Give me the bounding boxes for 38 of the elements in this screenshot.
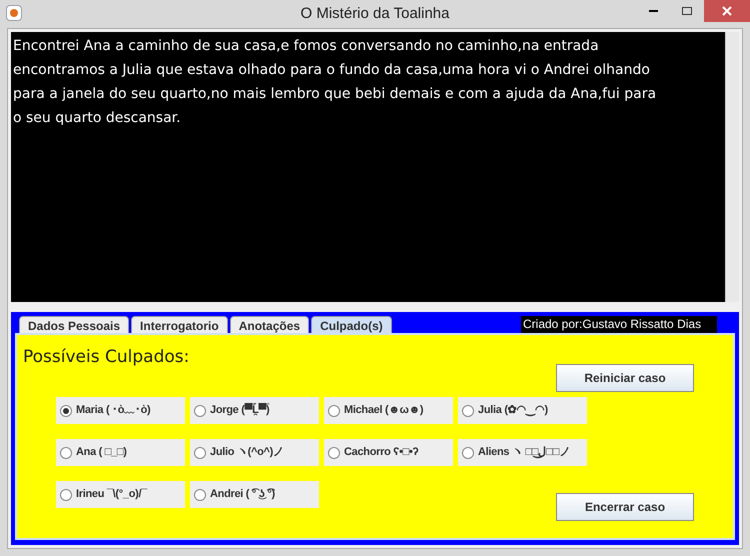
- radio-icon[interactable]: [194, 488, 206, 500]
- radio-icon[interactable]: [328, 404, 340, 416]
- suspect-radio[interactable]: Ana ( □_□): [56, 439, 185, 466]
- suspect-radio[interactable]: Andrei ( ͡° ͜ʖ ͡°): [190, 481, 319, 508]
- window-title: O Mistério da Toalinha: [300, 4, 450, 24]
- tab[interactable]: Interrogatorio: [131, 316, 228, 333]
- end-button[interactable]: Encerrar caso: [556, 493, 694, 521]
- story-text: para a janela do seu quarto,no mais lembro que bebi demais e com a ajuda da Ana,fui para: [13, 85, 656, 104]
- suspect-radio[interactable]: Irineu ¯\(°_o)/¯: [56, 481, 185, 508]
- close-icon: [722, 6, 732, 16]
- radio-icon[interactable]: [328, 446, 340, 458]
- scrollbar[interactable]: [725, 32, 739, 302]
- radio-icon[interactable]: [462, 404, 474, 416]
- credit-label: Criado por:Gustavo Rissatto Dias: [521, 316, 717, 333]
- suspect-radio[interactable]: Julia (✿◠‿◠): [458, 397, 587, 424]
- suspect-radio[interactable]: Julio ヽ(^o^)ノ: [190, 439, 319, 466]
- radio-icon[interactable]: [194, 446, 206, 458]
- suspect-radio[interactable]: Maria ( ･ὸ﹏･ὸ): [56, 397, 185, 424]
- story-text-area[interactable]: [11, 32, 725, 302]
- radio-icon[interactable]: [462, 446, 474, 458]
- radio-icon[interactable]: [60, 404, 72, 416]
- suspect-radio[interactable]: Cachorro ʕ•□•ʔ: [324, 439, 453, 466]
- suspect-radio[interactable]: Michael (☻ω☻): [324, 397, 453, 424]
- tab[interactable]: Culpado(s): [311, 316, 392, 333]
- app-icon: [6, 5, 22, 21]
- close-button[interactable]: [704, 0, 750, 22]
- tab[interactable]: Anotações: [230, 316, 310, 333]
- radio-icon[interactable]: [60, 488, 72, 500]
- tab[interactable]: Dados Pessoais: [19, 316, 130, 333]
- story-text: Encontrei Ana a caminho de sua casa,e fomos conversando no caminho,na entrada: [13, 37, 599, 56]
- radio-icon[interactable]: [194, 404, 206, 416]
- story-text: o seu quarto descansar.: [13, 109, 181, 128]
- suspect-radio[interactable]: Jorge (▀̿Ĺ̯▀̿): [190, 397, 319, 424]
- story-text: encontramos a Julia que estava olhado para o fundo da casa,uma hora vi o Andrei olhando: [13, 61, 650, 80]
- radio-icon[interactable]: [60, 446, 72, 458]
- panel-heading: Possíveis Culpados:: [23, 346, 190, 369]
- restart-button[interactable]: Reiniciar caso: [556, 364, 694, 392]
- suspect-radio[interactable]: Aliens ヽ □□ل͜□□ノ: [458, 439, 587, 466]
